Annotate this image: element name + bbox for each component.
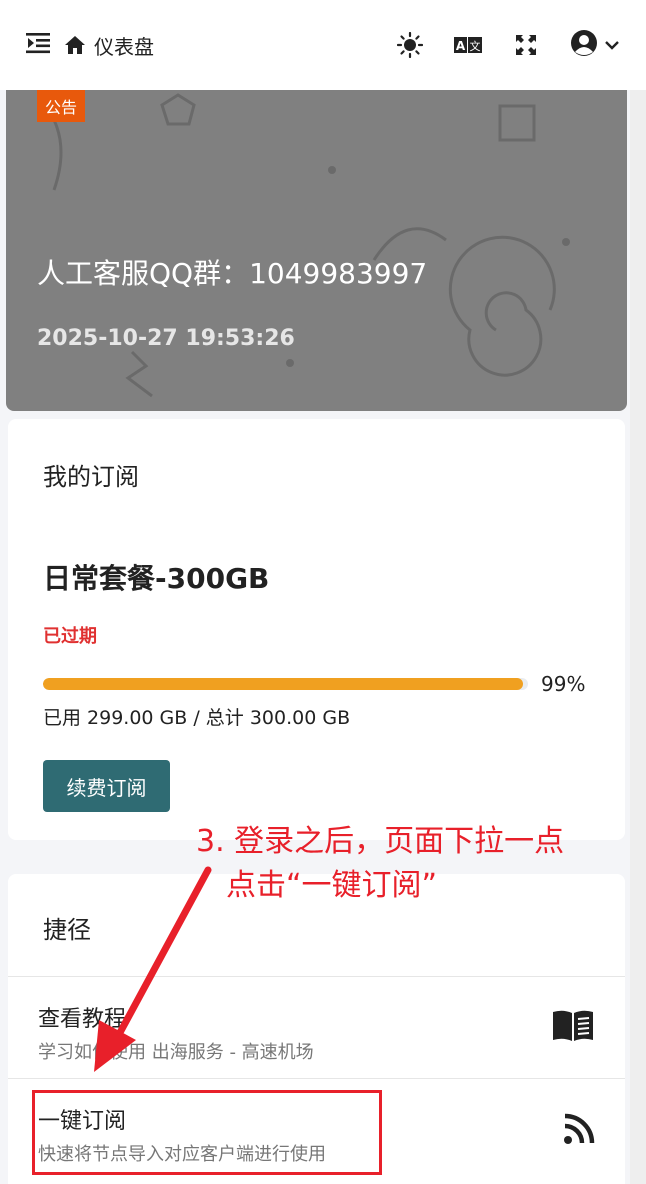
annotation-arrow bbox=[94, 866, 212, 1072]
